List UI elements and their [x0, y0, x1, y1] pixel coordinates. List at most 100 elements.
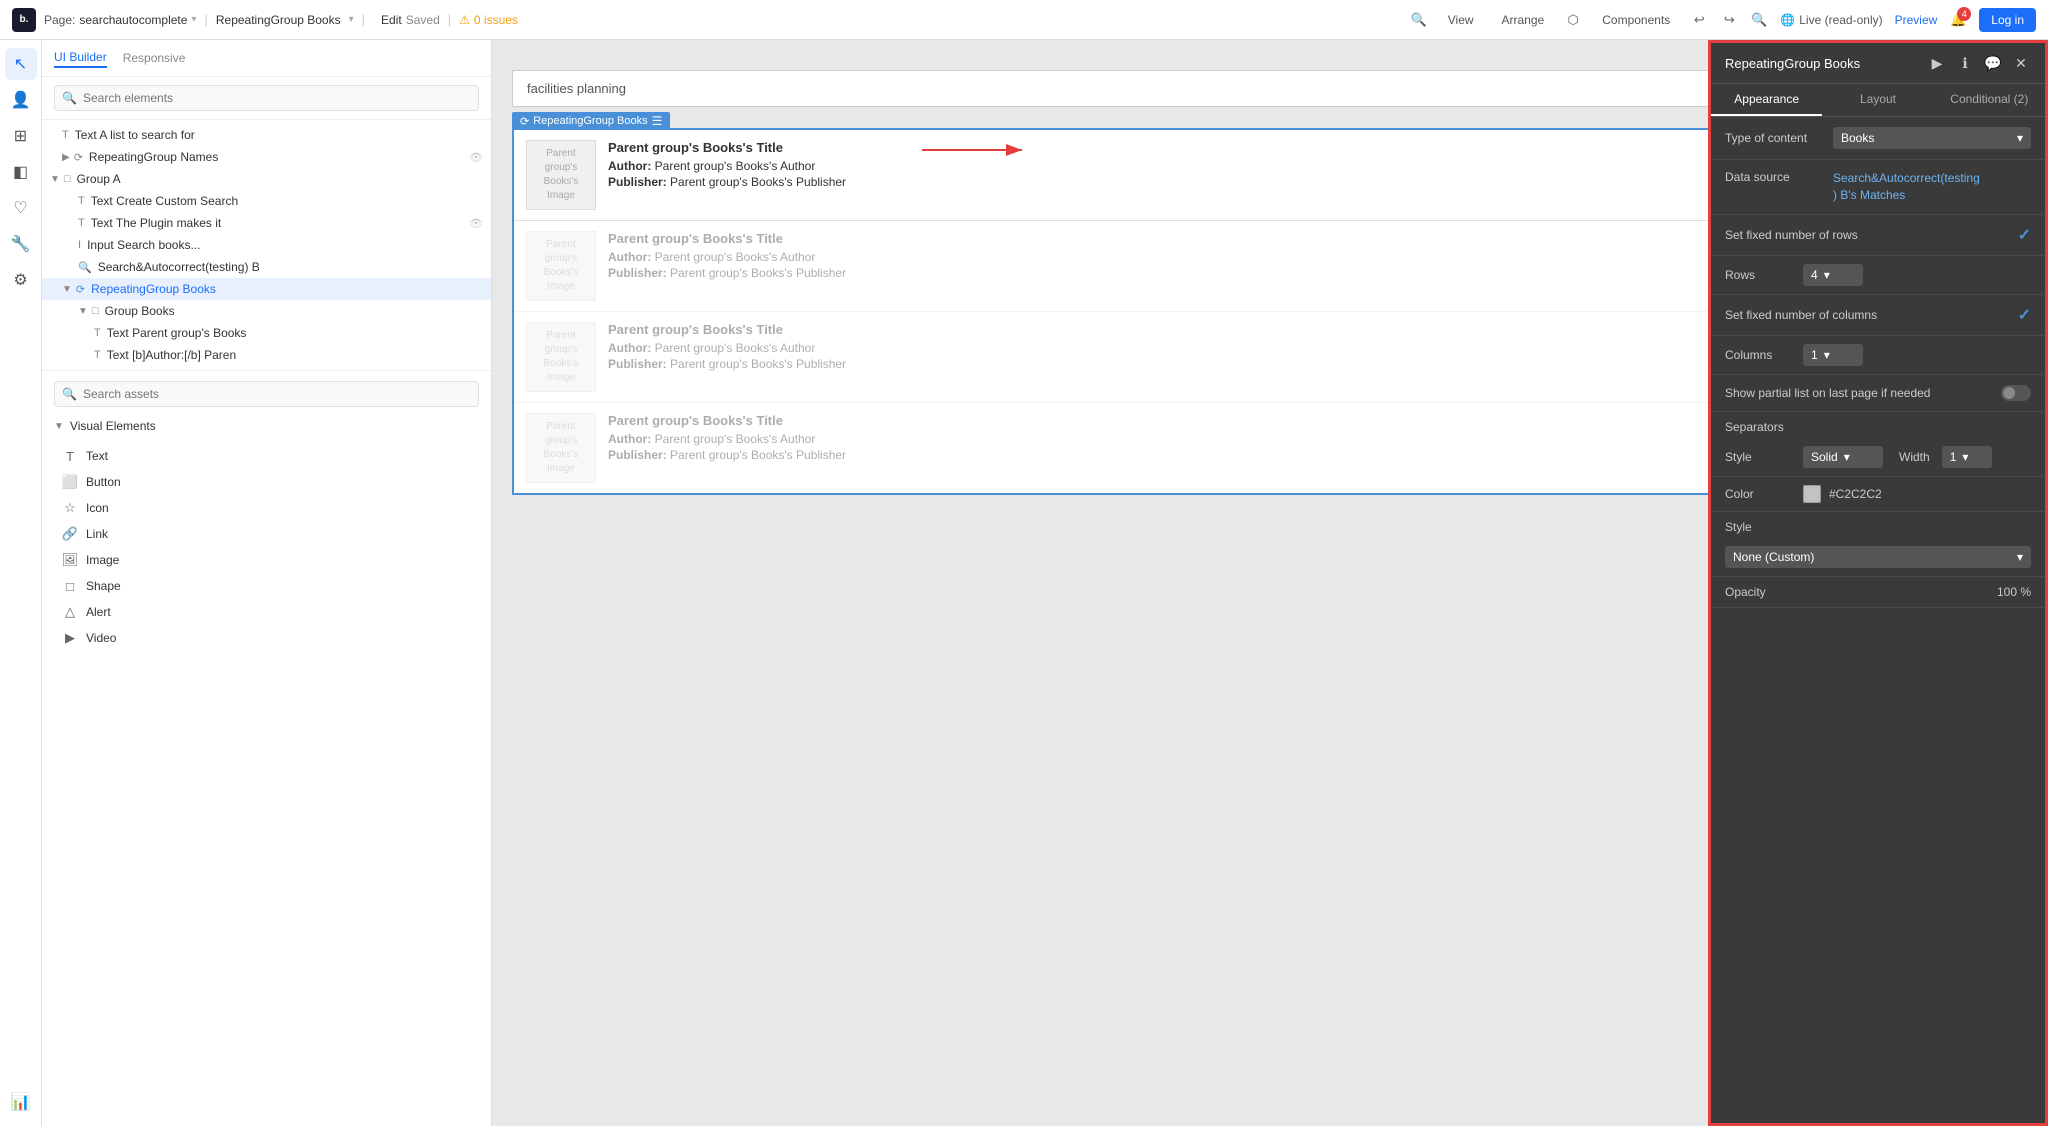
rg-settings-icon[interactable]: ☰ [652, 114, 663, 128]
arrange-button[interactable]: Arrange [1494, 9, 1553, 31]
chart-tool-button[interactable]: 📊 [5, 1086, 37, 1118]
element-search-input[interactable] [54, 85, 479, 111]
notification-icon[interactable]: 🔔 4 [1949, 11, 1967, 29]
rg-label-bar: ⟳ RepeatingGroup Books ☰ [512, 112, 670, 130]
play-icon[interactable]: ▶ [1927, 53, 1947, 73]
people-tool-button[interactable]: 👤 [5, 84, 37, 116]
right-panel: RepeatingGroup Books ▶ ℹ 💬 ✕ Appearance … [1708, 40, 2048, 1126]
data-source-row: Data source Search&Autocorrect(testing) … [1711, 160, 2045, 215]
tab-responsive[interactable]: Responsive [123, 49, 186, 67]
tab-layout[interactable]: Layout [1822, 84, 1933, 116]
redo-icon[interactable]: ↪ [1720, 11, 1738, 29]
group-icon: □ [92, 305, 99, 317]
ve-image[interactable]: 🖼 Image [42, 547, 491, 573]
visual-elements-section[interactable]: ▼ Visual Elements [42, 413, 491, 439]
type-of-content-select[interactable]: Books ▾ [1833, 127, 2031, 149]
layers-tool-button[interactable]: ◧ [5, 156, 37, 188]
ve-shape[interactable]: □ Shape [42, 573, 491, 599]
tree-item-search-autocorrect[interactable]: 🔍 Search&Autocorrect(testing) B [42, 256, 491, 278]
width-sep-label: Width [1899, 450, 1930, 464]
components-button[interactable]: Components [1594, 9, 1678, 31]
tree-item-group-a[interactable]: ▼ □ Group A [42, 168, 491, 190]
ve-button[interactable]: ⬜ Button [42, 469, 491, 495]
type-of-content-label: Type of content [1725, 131, 1825, 145]
alert-type-icon: △ [62, 604, 78, 620]
wrench-tool-button[interactable]: 🔧 [5, 228, 37, 260]
cursor-tool-button[interactable]: ↖ [5, 48, 37, 80]
ve-link[interactable]: 🔗 Link [42, 521, 491, 547]
ve-video[interactable]: ▶ Video [42, 625, 491, 651]
tree-item-rg-books[interactable]: ▼ ⟳ RepeatingGroup Books [42, 278, 491, 300]
search-icon[interactable]: 🔍 [1410, 11, 1428, 29]
repeating-group-breadcrumb: RepeatingGroup Books [216, 13, 341, 27]
style-sep-select[interactable]: Solid ▾ [1803, 446, 1883, 468]
tree-arrow-icon: ▼ [62, 284, 72, 295]
page-selector[interactable]: searchautocomplete [79, 13, 187, 27]
rows-select[interactable]: 4 ▾ [1803, 264, 1863, 286]
assets-search-input[interactable] [54, 381, 479, 407]
topbar-right: 🔍 View Arrange ⬡ Components ↩ ↪ 🔍 🌐 Live… [1410, 8, 2036, 32]
topbar: b. Page: searchautocomplete ▾ | Repeatin… [0, 0, 2048, 40]
ve-alert[interactable]: △ Alert [42, 599, 491, 625]
tree-arrow-icon: ▼ [50, 174, 60, 185]
settings-tool-button[interactable]: ⚙ [5, 264, 37, 296]
view-button[interactable]: View [1440, 9, 1482, 31]
grid-tool-button[interactable]: ⊞ [5, 120, 37, 152]
page-label: Page: searchautocomplete ▾ [44, 13, 196, 27]
partial-list-toggle[interactable] [2001, 385, 2031, 401]
visibility-icon[interactable]: 👁 [469, 151, 483, 164]
style-section-select-row: None (Custom) ▾ [1711, 538, 2045, 577]
fixed-cols-checkmark[interactable]: ✓ [2018, 305, 2031, 325]
input-icon: I [78, 239, 81, 251]
rp-tabs: Appearance Layout Conditional (2) [1711, 84, 2045, 117]
ve-text[interactable]: T Text [42, 443, 491, 469]
tab-ui-builder[interactable]: UI Builder [54, 48, 107, 68]
type-of-content-row: Type of content Books ▾ [1711, 117, 2045, 160]
tree-item-text-create[interactable]: T Text Create Custom Search [42, 190, 491, 212]
separator-style-row: Style Solid ▾ Width 1 ▾ [1711, 438, 2045, 477]
data-source-value[interactable]: Search&Autocorrect(testing) B's Matches [1833, 170, 1980, 204]
tab-conditional[interactable]: Conditional (2) [1934, 84, 2045, 116]
visibility-icon[interactable]: 👁 [469, 217, 483, 230]
heart-tool-button[interactable]: ♡ [5, 192, 37, 224]
element-search-container: 🔍 [42, 77, 491, 120]
app-logo: b. [12, 8, 36, 32]
issues-indicator[interactable]: ⚠ 0 issues [459, 13, 518, 27]
close-icon[interactable]: ✕ [2011, 53, 2031, 73]
cube-icon[interactable]: ⬡ [1564, 11, 1582, 29]
repeating-group-icon: ⟳ [74, 151, 83, 164]
tree-item-text-plugin[interactable]: T Text The Plugin makes it 👁 [42, 212, 491, 234]
text-type-icon: T [62, 448, 78, 464]
tree-item-text-author[interactable]: T Text [b]Author:[/b] Paren [42, 344, 491, 366]
info-icon[interactable]: ℹ [1955, 53, 1975, 73]
fixed-rows-checkmark[interactable]: ✓ [2018, 225, 2031, 245]
color-row: Color #C2C2C2 [1711, 477, 2045, 512]
login-button[interactable]: Log in [1979, 8, 2036, 32]
tree-item-text-parent-books[interactable]: T Text Parent group's Books [42, 322, 491, 344]
separators-section: Separators [1711, 412, 2045, 438]
tree-item-rg-names[interactable]: ▶ ⟳ RepeatingGroup Names 👁 [42, 146, 491, 168]
partial-list-row: Show partial list on last page if needed [1711, 375, 2045, 412]
tree-item-input-search[interactable]: I Input Search books... [42, 234, 491, 256]
width-sep-select[interactable]: 1 ▾ [1942, 446, 1992, 468]
fixed-rows-label: Set fixed number of rows [1725, 228, 2010, 242]
rp-header-icons: ▶ ℹ 💬 ✕ [1927, 53, 2031, 73]
toggle-knob [2003, 387, 2015, 399]
rp-body: Type of content Books ▾ Data source Sear… [1711, 117, 2045, 1123]
tab-appearance[interactable]: Appearance [1711, 84, 1822, 116]
preview-button[interactable]: Preview [1895, 13, 1938, 27]
rp-panel-title: RepeatingGroup Books [1725, 56, 1919, 71]
style-section-select[interactable]: None (Custom) ▾ [1725, 546, 2031, 568]
text-icon: T [94, 349, 101, 361]
color-swatch[interactable] [1803, 485, 1821, 503]
rows-row: Rows 4 ▾ [1711, 256, 2045, 295]
undo-icon[interactable]: ↩ [1690, 11, 1708, 29]
tree-item-text-a-list[interactable]: T Text A list to search for [42, 124, 491, 146]
ve-icon[interactable]: ☆ Icon [42, 495, 491, 521]
opacity-row: Opacity 100 % [1711, 577, 2045, 608]
tree-item-group-books[interactable]: ▼ □ Group Books [42, 300, 491, 322]
fixed-rows-row: Set fixed number of rows ✓ [1711, 215, 2045, 256]
comment-icon[interactable]: 💬 [1983, 53, 2003, 73]
search2-icon[interactable]: 🔍 [1750, 11, 1768, 29]
cols-select[interactable]: 1 ▾ [1803, 344, 1863, 366]
